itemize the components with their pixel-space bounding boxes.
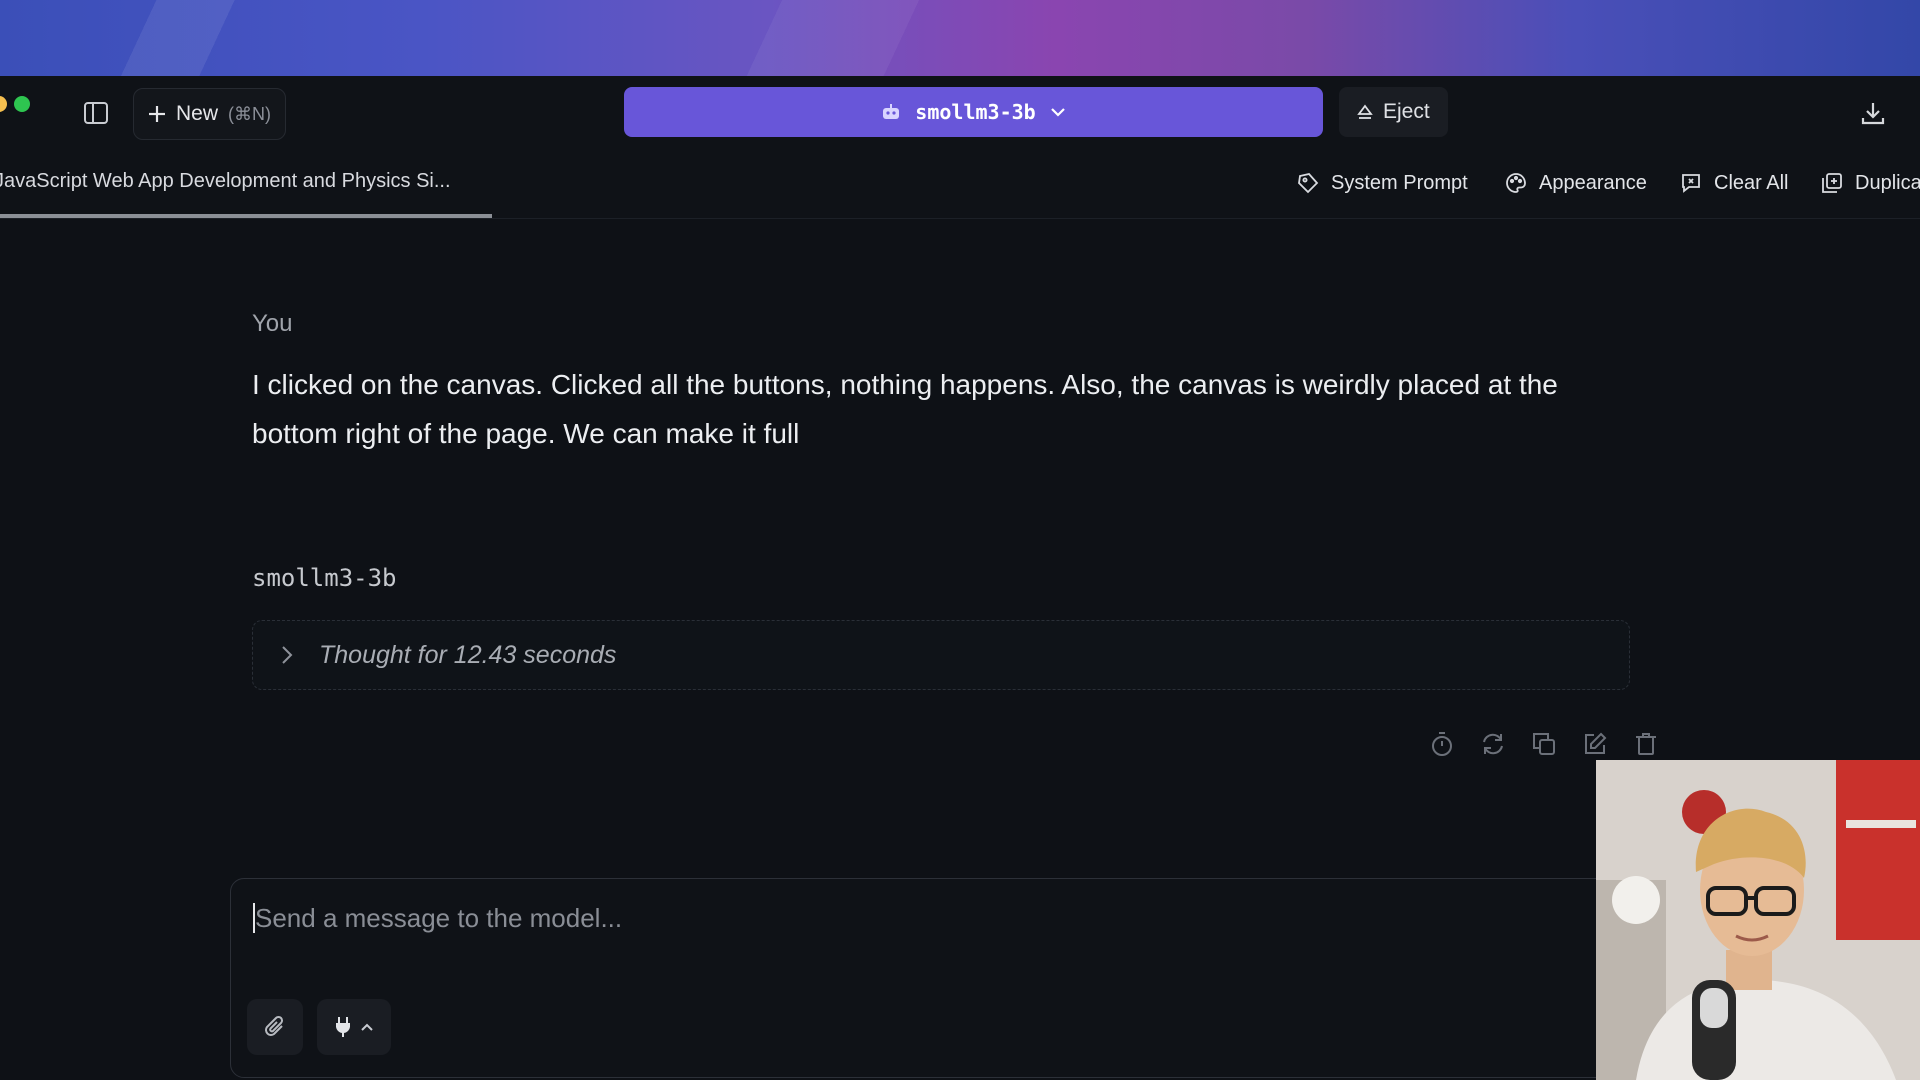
chevron-right-icon (273, 645, 301, 665)
copy-button[interactable] (1530, 730, 1557, 757)
plug-icon (336, 1017, 350, 1037)
thought-duration-text: Thought for 12.43 seconds (319, 640, 617, 669)
system-prompt-label: System Prompt (1331, 171, 1468, 194)
new-chat-button[interactable]: New (⌘N) (133, 88, 287, 140)
chat-toolbar: JavaScript Web App Development and Physi… (0, 148, 1920, 219)
regenerate-icon (1482, 733, 1503, 754)
regenerate-button[interactable] (1479, 730, 1506, 757)
timer-icon (1431, 731, 1452, 756)
model-name-label: smollm3-3b (915, 100, 1036, 124)
new-chat-label: New (176, 102, 219, 125)
model-selector-button[interactable]: smollm3-3b (624, 87, 1323, 137)
window-zoom-button[interactable] (14, 96, 30, 112)
chevron-up-icon (361, 1023, 373, 1031)
paperclip-icon (265, 1015, 284, 1036)
desktop-wallpaper (0, 0, 1920, 76)
assistant-message-author: smollm3-3b (252, 564, 397, 592)
system-prompt-button[interactable]: System Prompt (1297, 148, 1468, 218)
text-caret (253, 903, 255, 933)
palette-icon (1506, 173, 1526, 193)
title-bar: New (⌘N) smollm3-3b Eject (0, 76, 1920, 149)
eject-label: Eject (1383, 100, 1430, 123)
thought-collapsible[interactable]: Thought for 12.43 seconds (252, 620, 1630, 690)
chat-tab-title: JavaScript Web App Development and Physi… (0, 169, 451, 192)
sidebar-toggle-button[interactable] (80, 97, 112, 129)
trash-icon (1635, 732, 1656, 755)
appearance-label: Appearance (1539, 171, 1647, 194)
timer-button[interactable] (1428, 730, 1455, 757)
clear-all-button[interactable]: Clear All (1680, 148, 1788, 218)
delete-button[interactable] (1632, 730, 1659, 757)
user-message-author: You (252, 310, 293, 337)
duplicate-button[interactable]: Duplicate (1821, 148, 1920, 218)
duplicate-icon (1822, 173, 1842, 193)
appearance-button[interactable]: Appearance (1505, 148, 1647, 218)
clear-all-label: Clear All (1714, 171, 1789, 194)
chat-tab-active[interactable]: JavaScript Web App Development and Physi… (0, 148, 492, 218)
sidebar-toggle-icon (84, 102, 108, 124)
user-message-text: I clicked on the canvas. Clicked all the… (252, 369, 1558, 449)
plus-icon (149, 106, 165, 122)
webcam-overlay (1596, 760, 1920, 1080)
system-prompt-icon (1298, 173, 1319, 194)
new-chat-shortcut: (⌘N) (228, 103, 272, 124)
edit-button[interactable] (1581, 730, 1608, 757)
message-input[interactable] (253, 897, 1557, 939)
plugins-button[interactable] (317, 999, 391, 1055)
download-icon (1861, 103, 1885, 125)
robot-icon (883, 104, 900, 119)
chevron-down-icon (1050, 108, 1065, 117)
edit-icon (1584, 732, 1606, 754)
window-minimize-button[interactable] (0, 96, 7, 112)
attach-file-button[interactable] (247, 999, 303, 1055)
eject-icon (1357, 104, 1373, 119)
clear-all-icon (1682, 174, 1700, 193)
eject-button[interactable]: Eject (1339, 87, 1448, 137)
duplicate-label: Duplicate (1855, 171, 1920, 194)
message-actions (1428, 730, 1659, 757)
copy-icon (1532, 732, 1555, 755)
webcam-person-image (1596, 760, 1920, 1080)
download-button[interactable] (1855, 95, 1891, 131)
